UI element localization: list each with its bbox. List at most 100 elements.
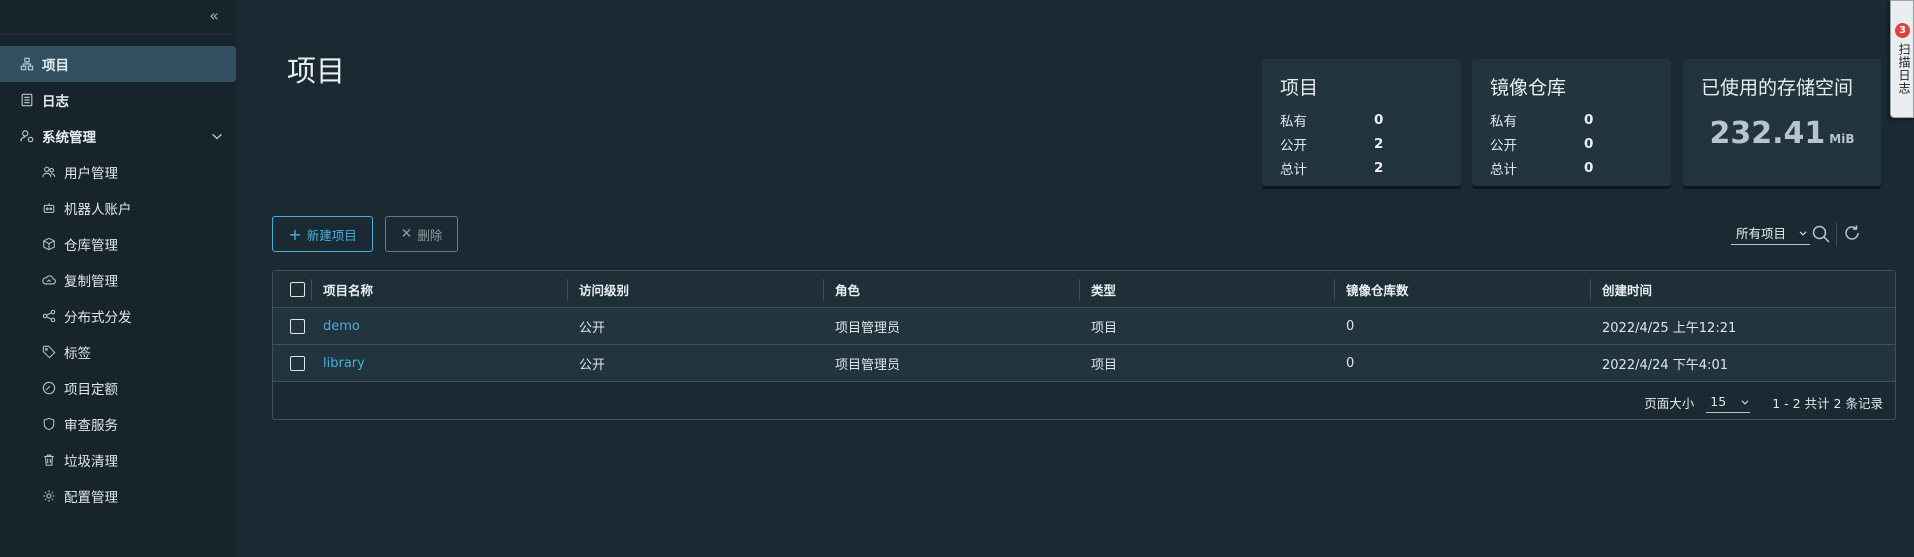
new-project-label: 新建项目 — [306, 227, 357, 243]
scan-log-side-tab[interactable]: 3 扫描日志 — [1890, 0, 1914, 118]
users-icon — [42, 165, 56, 179]
distribution-icon — [42, 309, 56, 323]
sidebar-item-label: 项目定额 — [64, 382, 118, 398]
cell-repo-count: 0 — [1346, 355, 1355, 371]
chevron-down-icon[interactable] — [210, 129, 224, 143]
storage-unit: MiB — [1829, 132, 1855, 146]
sidebar-item-label: 复制管理 — [64, 274, 118, 290]
project-link[interactable]: demo — [323, 319, 360, 334]
sidebar-item-labels[interactable]: 标签 — [0, 334, 236, 370]
collapse-sidebar-icon[interactable]: « — [202, 4, 226, 28]
project-filter-select[interactable]: 所有项目 — [1731, 221, 1810, 245]
sidebar-item-replication[interactable]: 复制管理 — [0, 262, 236, 298]
stat-value: 0 — [1584, 160, 1594, 176]
storage-number: 232.41 — [1709, 116, 1826, 151]
stat-value: 2 — [1374, 160, 1384, 176]
column-header-name[interactable]: 项目名称 — [311, 271, 567, 307]
row-checkbox[interactable] — [289, 318, 305, 334]
column-header-created[interactable]: 创建时间 — [1590, 271, 1895, 307]
cell-name: demo — [311, 308, 567, 344]
sidebar-item-logs[interactable]: 日志 — [0, 82, 236, 118]
sidebar-item-label: 标签 — [64, 346, 91, 362]
stat-label: 总计 — [1280, 162, 1307, 178]
column-header-access[interactable]: 访问级别 — [567, 271, 823, 307]
robot-icon — [42, 201, 56, 215]
sidebar-item-users[interactable]: 用户管理 — [0, 154, 236, 190]
close-icon: ✕ — [400, 226, 413, 242]
sidebar-item-robot[interactable]: 机器人账户 — [0, 190, 236, 226]
page-title: 项目 — [287, 54, 346, 88]
sidebar-item-label: 分布式分发 — [64, 310, 132, 326]
sidebar-item-admin[interactable]: 系统管理 — [0, 118, 236, 154]
select-all-checkbox[interactable] — [289, 281, 305, 297]
stat-label: 私有 — [1490, 114, 1517, 130]
sidebar-item-label: 系统管理 — [42, 130, 96, 146]
card-title: 已使用的存储空间 — [1701, 77, 1854, 99]
projects-summary-card: 项目 私有 0 公开 2 总计 2 — [1262, 59, 1461, 186]
search-icon[interactable] — [1811, 224, 1831, 244]
project-link[interactable]: library — [323, 356, 365, 371]
storage-summary-card: 已使用的存储空间 232.41 MiB — [1683, 59, 1881, 186]
sidebar-item-label: 垃圾清理 — [64, 454, 118, 470]
sidebar: « 项目 日志 系统管理 用户管理 机器人账户 仓库管理 复制管理 分布式分发 … — [0, 0, 236, 557]
cell-name: library — [311, 345, 567, 381]
replication-icon — [42, 273, 56, 287]
cell-type: 项目 — [1091, 357, 1118, 373]
sidebar-item-label: 审查服务 — [64, 418, 118, 434]
sidebar-item-label: 仓库管理 — [64, 238, 118, 254]
stat-row-total: 总计 2 — [1280, 156, 1443, 180]
sidebar-item-interrogation[interactable]: 审查服务 — [0, 406, 236, 442]
stat-value: 0 — [1374, 112, 1384, 128]
page-size-select[interactable]: 15 — [1706, 391, 1751, 413]
stat-row-public: 公开 2 — [1280, 132, 1443, 156]
sidebar-item-label: 项目 — [42, 58, 69, 74]
select-all-cell — [273, 271, 311, 307]
cell-created: 2022/4/25 上午12:21 — [1602, 320, 1737, 336]
cell-role: 项目管理员 — [835, 320, 901, 336]
table-footer: 页面大小 15 1 - 2 共计 2 条记录 — [273, 384, 1895, 420]
stat-row-private: 私有 0 — [1280, 108, 1443, 132]
card-title: 镜像仓库 — [1490, 77, 1567, 99]
column-header-role[interactable]: 角色 — [823, 271, 1079, 307]
sidebar-item-distribution[interactable]: 分布式分发 — [0, 298, 236, 334]
refresh-icon[interactable] — [1843, 224, 1861, 242]
cell-role: 项目管理员 — [835, 357, 901, 373]
cell-type: 项目 — [1091, 320, 1118, 336]
sidebar-nav: 项目 日志 系统管理 用户管理 机器人账户 仓库管理 复制管理 分布式分发 标签… — [0, 46, 236, 514]
new-project-button[interactable]: + 新建项目 — [272, 216, 373, 252]
notification-badge: 3 — [1895, 23, 1910, 38]
projects-table: 项目名称 访问级别 角色 类型 镜像仓库数 创建时间 demo 公开 项目管理员… — [272, 270, 1896, 420]
stat-label: 公开 — [1280, 138, 1307, 154]
row-checkbox[interactable] — [289, 355, 305, 371]
side-tab-label: 扫描日志 — [1897, 43, 1911, 95]
sidebar-item-projects[interactable]: 项目 — [0, 46, 236, 82]
stat-row-public: 公开 0 — [1490, 132, 1653, 156]
column-header-type[interactable]: 类型 — [1079, 271, 1334, 307]
sidebar-item-registries[interactable]: 仓库管理 — [0, 226, 236, 262]
shield-icon — [42, 417, 56, 431]
projects-icon — [20, 57, 34, 71]
logs-icon — [20, 93, 34, 107]
trash-icon — [42, 453, 56, 467]
divider — [0, 34, 236, 35]
sidebar-item-label: 配置管理 — [64, 490, 118, 506]
cell-repo-count: 0 — [1346, 318, 1355, 334]
divider — [1836, 222, 1837, 246]
stat-value: 2 — [1374, 136, 1384, 152]
quota-icon — [42, 381, 56, 395]
stat-label: 私有 — [1280, 114, 1307, 130]
stat-row-total: 总计 0 — [1490, 156, 1653, 180]
column-header-repo-count[interactable]: 镜像仓库数 — [1334, 271, 1590, 307]
delete-button[interactable]: ✕ 删除 — [385, 216, 458, 252]
sidebar-item-config[interactable]: 配置管理 — [0, 478, 236, 514]
row-select-cell — [273, 308, 311, 344]
sidebar-item-gc[interactable]: 垃圾清理 — [0, 442, 236, 478]
tag-icon — [42, 345, 56, 359]
sidebar-item-quotas[interactable]: 项目定额 — [0, 370, 236, 406]
repos-summary-card: 镜像仓库 私有 0 公开 0 总计 0 — [1472, 59, 1671, 186]
row-select-cell — [273, 345, 311, 381]
delete-label: 删除 — [417, 227, 443, 243]
card-title: 项目 — [1280, 77, 1319, 99]
table-row: library 公开 项目管理员 项目 0 2022/4/24 下午4:01 — [273, 345, 1895, 382]
page-size-label: 页面大小 — [1644, 395, 1695, 411]
